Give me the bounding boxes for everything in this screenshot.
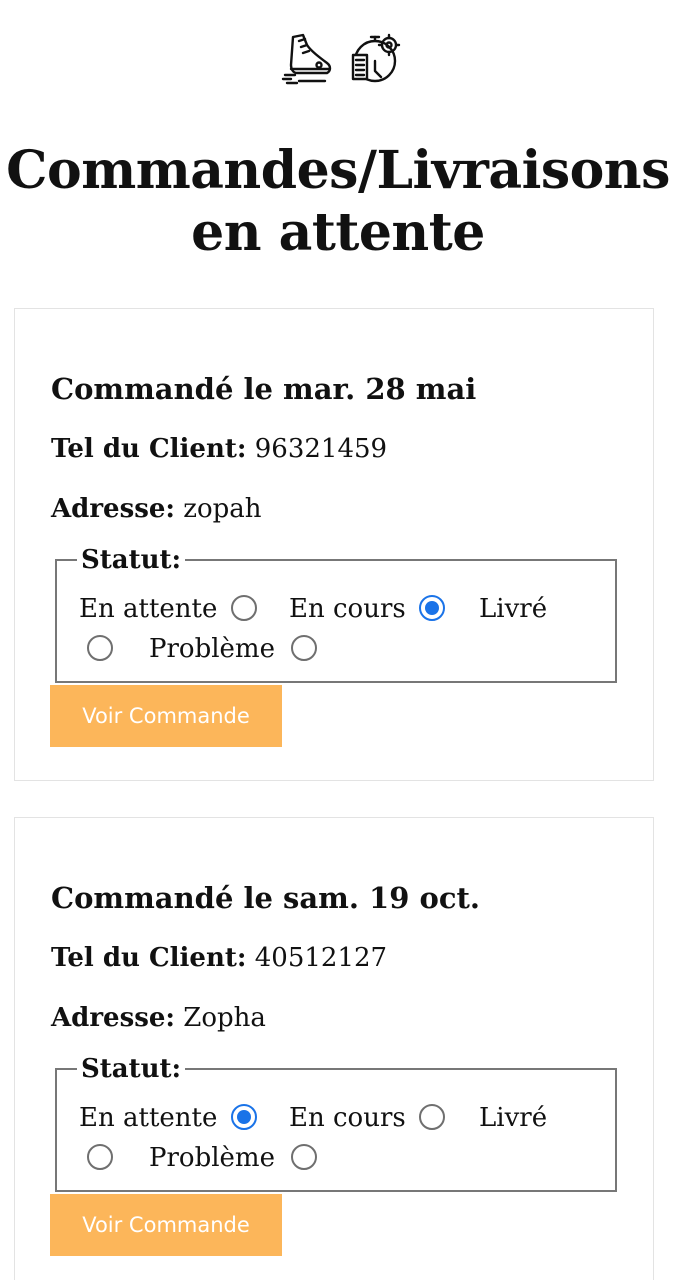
status-radio-en-cours[interactable] [419, 595, 445, 621]
address-label: Adresse: [51, 1003, 176, 1033]
status-legend: Statut: [77, 545, 186, 575]
order-date: Commandé le mar. 28 mai [51, 372, 477, 406]
status-fieldset: Statut: En attente En cours Livré Problè… [55, 545, 617, 683]
address-value: zopah [183, 494, 262, 524]
status-radio-livre[interactable] [87, 1144, 113, 1170]
page-title-line-1: Commandes/Livraisons [6, 140, 670, 201]
status-radio-en-cours[interactable] [419, 1104, 445, 1130]
order-card: Commandé le mar. 28 mai Tel du Client: 9… [14, 308, 654, 781]
order-card: Commandé le sam. 19 oct. Tel du Client: … [14, 817, 654, 1280]
client-phone-line: Tel du Client: 40512127 [51, 942, 387, 974]
address-value: Zopha [183, 1003, 266, 1033]
client-phone-line: Tel du Client: 96321459 [51, 433, 387, 465]
client-phone-value: 40512127 [254, 943, 388, 973]
address-label: Adresse: [51, 494, 176, 524]
status-legend: Statut: [77, 1054, 186, 1084]
status-radio-en-attente[interactable] [231, 1104, 257, 1130]
page-title-line-2: en attente [191, 202, 485, 263]
running-shoe-icon [278, 30, 334, 86]
client-phone-label: Tel du Client: [51, 943, 247, 973]
order-date: Commandé le sam. 19 oct. [51, 881, 480, 915]
status-option-label-livre: Livré [479, 594, 548, 624]
delivery-clock-gear-icon [346, 30, 402, 86]
address-line: Adresse: Zopha [51, 1002, 266, 1034]
status-radio-en-attente[interactable] [231, 595, 257, 621]
status-option-label-probleme: Problème [149, 1143, 275, 1173]
status-option-label-en-attente: En attente [79, 1103, 218, 1133]
status-option-label-en-attente: En attente [79, 594, 218, 624]
voir-commande-button[interactable]: Voir Commande [50, 1194, 282, 1256]
voir-commande-button[interactable]: Voir Commande [50, 685, 282, 747]
status-fieldset: Statut: En attente En cours Livré Problè… [55, 1054, 617, 1192]
status-radio-probleme[interactable] [291, 1144, 317, 1170]
status-radio-probleme[interactable] [291, 635, 317, 661]
status-option-label-en-cours: En cours [289, 1103, 406, 1133]
status-option-label-en-cours: En cours [289, 594, 406, 624]
status-radio-livre[interactable] [87, 635, 113, 661]
status-option-label-probleme: Problème [149, 634, 275, 664]
header-icons [278, 30, 402, 86]
page-title: Commandes/Livraisons en attente [0, 140, 676, 264]
client-phone-value: 96321459 [254, 434, 388, 464]
status-option-label-livre: Livré [479, 1103, 548, 1133]
client-phone-label: Tel du Client: [51, 434, 247, 464]
address-line: Adresse: zopah [51, 493, 262, 525]
